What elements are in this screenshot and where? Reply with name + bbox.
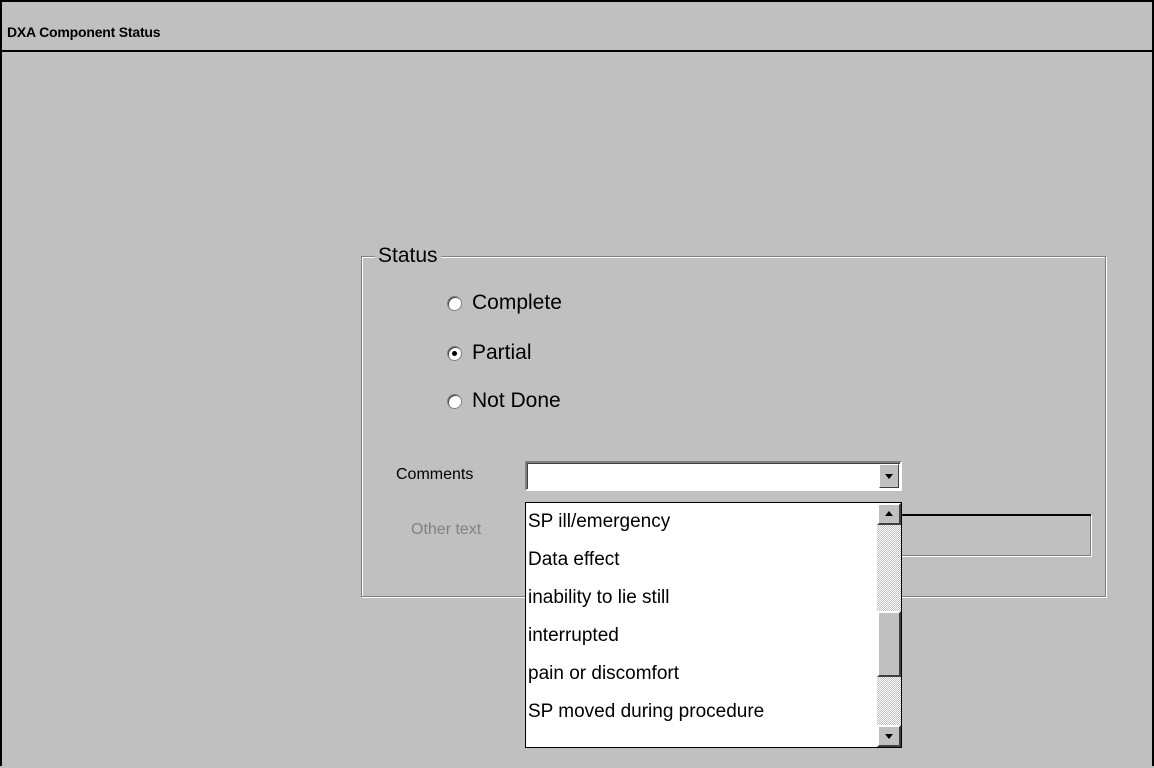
- radio-not-done-circle[interactable]: [447, 393, 462, 409]
- radio-complete-circle[interactable]: [447, 295, 462, 311]
- comments-label: Comments: [396, 466, 474, 483]
- comments-dropdown-button[interactable]: [879, 464, 899, 488]
- radio-complete-label[interactable]: Complete: [472, 291, 562, 315]
- radio-partial-circle[interactable]: [447, 345, 462, 361]
- radio-complete[interactable]: Complete: [447, 289, 562, 317]
- dropdown-item-pain-or-discomfort[interactable]: pain or discomfort: [526, 655, 878, 693]
- dropdown-item-interrupted[interactable]: interrupted: [526, 617, 878, 655]
- status-group-legend: Status: [375, 243, 441, 269]
- radio-not-done[interactable]: Not Done: [447, 387, 561, 415]
- dropdown-item-inability-to-lie-still[interactable]: inability to lie still: [526, 579, 878, 617]
- other-text-label: Other text: [411, 521, 482, 538]
- comments-dropdown-list[interactable]: SP ill/emergency Data effect inability t…: [525, 502, 902, 748]
- radio-partial-label[interactable]: Partial: [472, 341, 532, 365]
- window-title: DXA Component Status: [7, 24, 161, 40]
- scroll-up-button[interactable]: [877, 503, 901, 525]
- other-text-field: [898, 514, 1091, 556]
- scrollbar-thumb[interactable]: [877, 611, 901, 677]
- dropdown-item-sp-ill-emergency[interactable]: SP ill/emergency: [526, 503, 878, 541]
- other-text-field-edge: [898, 514, 1091, 516]
- scroll-down-button[interactable]: [877, 725, 901, 747]
- arrow-up-icon: [885, 511, 893, 516]
- arrow-down-icon: [885, 734, 893, 739]
- title-bar: DXA Component Status: [2, 2, 1152, 52]
- comments-combobox[interactable]: [525, 461, 902, 491]
- dropdown-scrollbar[interactable]: [877, 503, 901, 747]
- dropdown-item-data-effect[interactable]: Data effect: [526, 541, 878, 579]
- dropdown-items: SP ill/emergency Data effect inability t…: [526, 503, 878, 731]
- radio-partial[interactable]: Partial: [447, 339, 532, 367]
- chevron-down-icon: [885, 474, 893, 479]
- dropdown-item-sp-moved[interactable]: SP moved during procedure: [526, 693, 878, 731]
- radio-not-done-label[interactable]: Not Done: [472, 389, 561, 413]
